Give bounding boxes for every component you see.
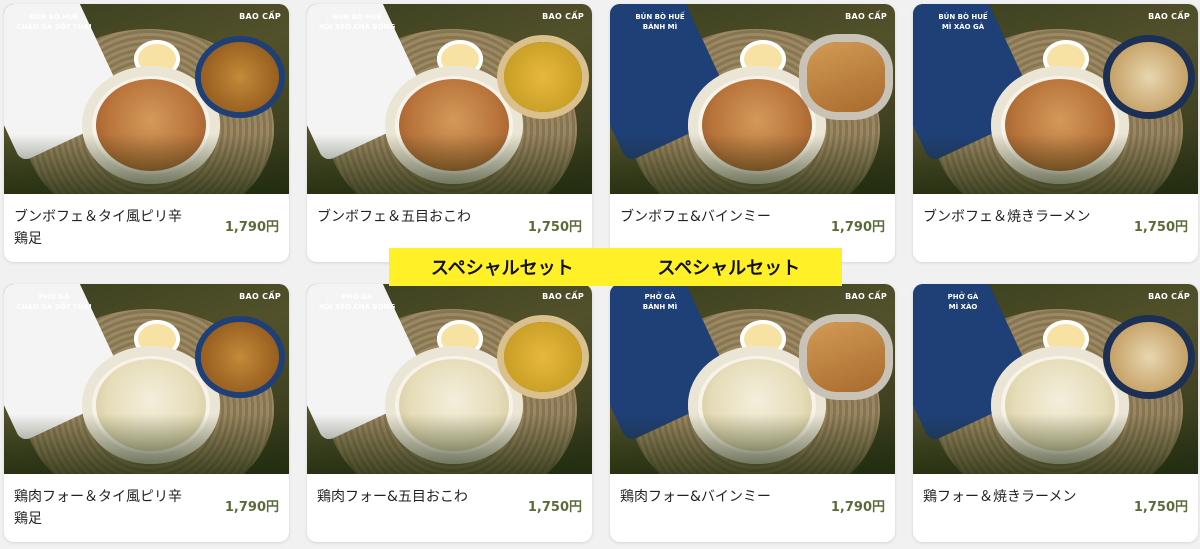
leaf-decoration (610, 134, 895, 194)
side-dish (1110, 322, 1188, 392)
dish-caption: BÚN BÒ HUẾ CHÂN GÀ SỐT THÁI (16, 13, 92, 31)
dish-photo: PHỞ GÀ BÁNH MÌ BAO CẤP (610, 284, 895, 474)
dish-photo: PHỞ GÀ CHÂN GÀ SỐT THÁI BAO CẤP (4, 284, 289, 474)
dish-caption: PHỞ GÀ XÔI XÉO CHÀ BÔNG (318, 293, 396, 311)
leaf-decoration (913, 414, 1198, 474)
leaf-decoration (913, 134, 1198, 194)
brand-logo: BAO CẤP (845, 12, 887, 21)
menu-card[interactable]: BÚN BÒ HUẾ BÁNH MÌ BAO CẤP ブンボフェ&バインミー 1,… (610, 4, 895, 262)
menu-card[interactable]: BÚN BÒ HUẾ CHÂN GÀ SỐT THÁI BAO CẤP ブンボフェ… (4, 4, 289, 262)
card-info: 鶏肉フォー&バインミー 1,790円 (610, 474, 895, 542)
leaf-decoration (307, 414, 592, 474)
special-set-banner: スペシャルセット スペシャルセット (389, 248, 842, 286)
menu-card[interactable]: PHỞ GÀ XÔI XÉO CHÀ BÔNG BAO CẤP 鶏肉フォー&五目お… (307, 284, 592, 542)
card-info: 鶏フォー＆焼きラーメン 1,750円 (913, 474, 1198, 542)
item-name: ブンボフェ＆焼きラーメン (923, 209, 1091, 225)
item-price: 1,790円 (830, 220, 885, 235)
banner-text-left: スペシャルセット (430, 258, 574, 279)
item-price: 1,750円 (527, 220, 582, 235)
dish-caption: PHỞ GÀ CHÂN GÀ SỐT THÁI (16, 293, 92, 311)
side-dish (1110, 42, 1188, 112)
brand-logo: BAO CẤP (542, 12, 584, 21)
item-name: 鶏肉フォー&バインミー (620, 489, 771, 505)
brand-logo: BAO CẤP (542, 292, 584, 301)
menu-card[interactable]: BÚN BÒ HUẾ MÌ XÀO GÀ BAO CẤP ブンボフェ＆焼きラーメン… (913, 4, 1198, 262)
side-dish (201, 322, 279, 392)
dish-photo: BÚN BÒ HUẾ XÔI XÉO CHÀ BÔNG BAO CẤP (307, 4, 592, 194)
item-price: 1,750円 (1133, 220, 1188, 235)
dish-photo: PHỞ GÀ XÔI XÉO CHÀ BÔNG BAO CẤP (307, 284, 592, 474)
leaf-decoration (4, 134, 289, 194)
dish-photo: BÚN BÒ HUẾ CHÂN GÀ SỐT THÁI BAO CẤP (4, 4, 289, 194)
brand-logo: BAO CẤP (845, 292, 887, 301)
brand-logo: BAO CẤP (239, 12, 281, 21)
side-dish (504, 42, 582, 112)
dish-caption: PHỞ GÀ BÁNH MÌ (642, 293, 678, 311)
dish-caption: BÚN BÒ HUẾ BÁNH MÌ (635, 13, 685, 31)
leaf-decoration (307, 134, 592, 194)
item-name: 鶏肉フォー＆タイ風ピリ辛鶏足 (14, 489, 182, 527)
menu-card[interactable]: PHỞ GÀ MÌ XÀO BAO CẤP 鶏フォー＆焼きラーメン 1,750円 (913, 284, 1198, 542)
menu-card[interactable]: PHỞ GÀ CHÂN GÀ SỐT THÁI BAO CẤP 鶏肉フォー＆タイ風… (4, 284, 289, 542)
item-name: 鶏フォー＆焼きラーメン (923, 489, 1077, 505)
item-name: ブンボフェ＆タイ風ピリ辛鶏足 (14, 209, 182, 247)
menu-card[interactable]: BÚN BÒ HUẾ XÔI XÉO CHÀ BÔNG BAO CẤP ブンボフェ… (307, 4, 592, 262)
brand-logo: BAO CẤP (239, 292, 281, 301)
dish-photo: PHỞ GÀ MÌ XÀO BAO CẤP (913, 284, 1198, 474)
side-dish (201, 42, 279, 112)
dish-photo: BÚN BÒ HUẾ BÁNH MÌ BAO CẤP (610, 4, 895, 194)
item-price: 1,750円 (1133, 500, 1188, 515)
banner-text-right: スペシャルセット (657, 258, 801, 279)
menu-card[interactable]: PHỞ GÀ BÁNH MÌ BAO CẤP 鶏肉フォー&バインミー 1,790円 (610, 284, 895, 542)
side-dish (807, 322, 885, 392)
brand-logo: BAO CẤP (1148, 292, 1190, 301)
item-price: 1,790円 (224, 220, 279, 235)
card-info: ブンボフェ＆焼きラーメン 1,750円 (913, 194, 1198, 262)
leaf-decoration (610, 414, 895, 474)
item-name: ブンボフェ&バインミー (620, 209, 771, 225)
side-dish (807, 42, 885, 112)
item-price: 1,790円 (830, 500, 885, 515)
item-price: 1,790円 (224, 500, 279, 515)
item-name: 鶏肉フォー&五目おこわ (317, 489, 468, 505)
item-price: 1,750円 (527, 500, 582, 515)
card-info: ブンボフェ＆タイ風ピリ辛鶏足 1,790円 (4, 194, 289, 262)
dish-caption: BÚN BÒ HUẾ XÔI XÉO CHÀ BÔNG (318, 13, 396, 31)
leaf-decoration (4, 414, 289, 474)
item-name: ブンボフェ＆五目おこわ (317, 209, 471, 225)
brand-logo: BAO CẤP (1148, 12, 1190, 21)
dish-photo: BÚN BÒ HUẾ MÌ XÀO GÀ BAO CẤP (913, 4, 1198, 194)
dish-caption: PHỞ GÀ MÌ XÀO (947, 293, 979, 311)
card-info: 鶏肉フォー＆タイ風ピリ辛鶏足 1,790円 (4, 474, 289, 542)
dish-caption: BÚN BÒ HUẾ MÌ XÀO GÀ (938, 13, 988, 31)
card-info: 鶏肉フォー&五目おこわ 1,750円 (307, 474, 592, 542)
side-dish (504, 322, 582, 392)
